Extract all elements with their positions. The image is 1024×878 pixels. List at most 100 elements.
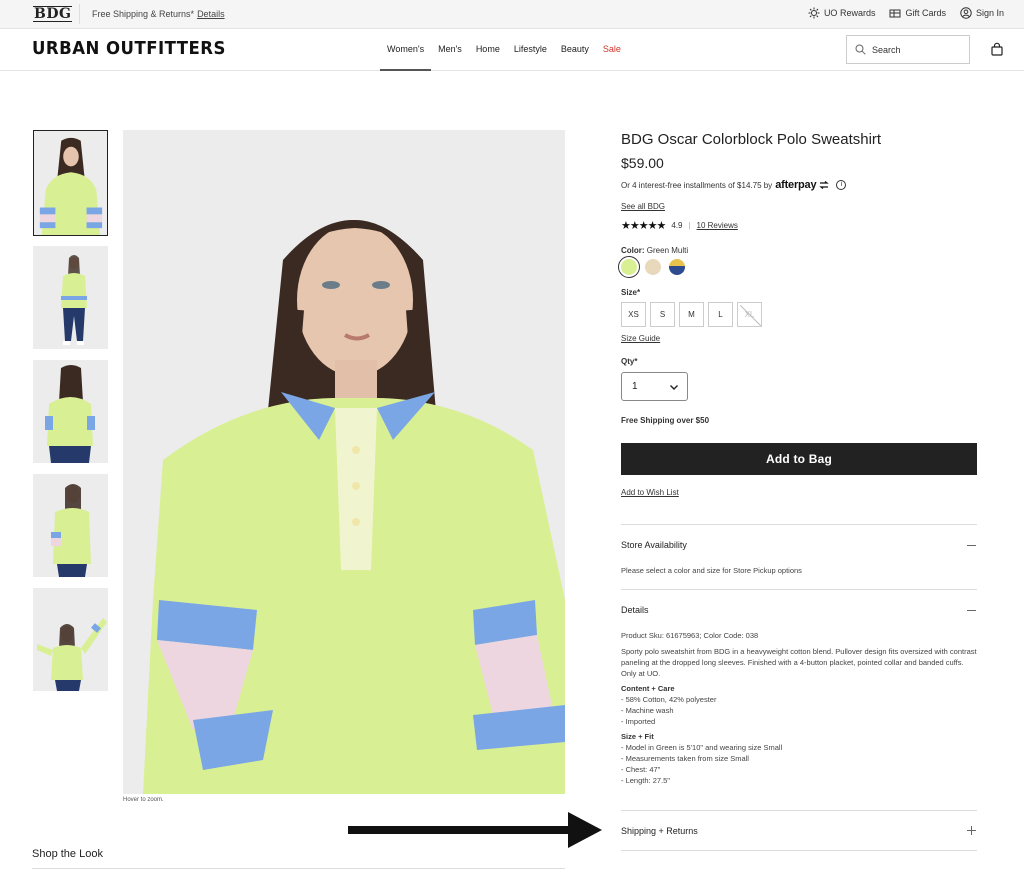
size-m-button[interactable]: M: [679, 302, 704, 327]
thumbnail-image: [33, 474, 108, 577]
qty-value: 1: [632, 381, 638, 392]
product-thumbnail[interactable]: [33, 130, 108, 236]
swatch-cream[interactable]: [645, 259, 661, 275]
shop-the-look-divider: [32, 868, 565, 869]
sign-in-label: Sign In: [975, 8, 1004, 18]
divider: [621, 850, 977, 851]
product-photo: [123, 130, 565, 794]
thumbnail-image: [33, 246, 108, 349]
content-care-heading: Content + Care: [621, 684, 675, 693]
brand-logo[interactable]: URBAN OUTFITTERS: [32, 38, 226, 59]
store-availability-text: Please select a color and size for Store…: [621, 566, 802, 575]
promo-divider: [79, 4, 80, 24]
product-price: $59.00: [621, 155, 664, 171]
swatch-navy[interactable]: [669, 259, 685, 275]
reviews-link[interactable]: 10 Reviews: [697, 221, 738, 230]
rating-separator: |: [688, 221, 691, 230]
size-options: XS S M L XL: [621, 302, 762, 327]
gift-cards-label: Gift Cards: [905, 8, 946, 18]
minus-icon[interactable]: [967, 541, 976, 550]
promo-bar: BDG Free Shipping & Returns* Details UO R…: [0, 0, 1024, 29]
nav-mens[interactable]: Men's: [431, 29, 469, 71]
fit-item: - Measurements taken from size Small: [621, 754, 749, 763]
add-to-wish-list-link[interactable]: Add to Wish List: [621, 488, 679, 497]
search-icon: [855, 44, 866, 55]
main-nav: Women's Men's Home Lifestyle Beauty Sale: [380, 29, 628, 71]
swatch-green-multi[interactable]: [618, 256, 640, 278]
sign-in-link[interactable]: Sign In: [960, 7, 1004, 19]
thumbnail-image: [33, 360, 108, 463]
nav-womens[interactable]: Women's: [380, 29, 432, 71]
color-label: Color: Green Multi: [621, 246, 688, 255]
fit-item: - Model in Green is 5'10" and wearing si…: [621, 743, 783, 752]
size-l-button[interactable]: L: [708, 302, 733, 327]
product-title: BDG Oscar Colorblock Polo Sweatshirt: [621, 131, 882, 148]
divider: [621, 524, 977, 525]
minus-icon[interactable]: [967, 606, 976, 615]
zoom-hint: Hover to zoom.: [123, 797, 164, 803]
product-thumbnail[interactable]: [33, 588, 108, 691]
fit-item: - Chest: 47": [621, 765, 661, 774]
shipping-returns-header[interactable]: Shipping + Returns: [621, 826, 698, 836]
product-thumbnail[interactable]: [33, 246, 108, 349]
rewards-icon: [808, 7, 820, 19]
search-input[interactable]: [872, 44, 962, 55]
qty-select[interactable]: 1: [621, 372, 688, 401]
promo-details-link[interactable]: Details: [197, 9, 225, 19]
utility-links: UO Rewards Gift Cards Sign In: [808, 7, 1004, 19]
uo-rewards-link[interactable]: UO Rewards: [808, 7, 876, 19]
color-swatches: [618, 256, 685, 278]
afterpay-text: Or 4 interest-free installments of $14.7…: [621, 180, 773, 190]
product-main-image[interactable]: [123, 130, 565, 794]
promo-text: Free Shipping & Returns* Details: [92, 9, 225, 19]
plus-icon[interactable]: [967, 826, 976, 835]
gift-card-icon: [889, 9, 901, 18]
rating-row: ★★★★★ 4.9 | 10 Reviews: [621, 219, 738, 232]
site-header: URBAN OUTFITTERS Women's Men's Home Life…: [0, 29, 1024, 71]
rating-stars: ★★★★★: [621, 220, 666, 232]
see-all-brand-link[interactable]: See all BDG: [621, 202, 665, 211]
size-s-button[interactable]: S: [650, 302, 675, 327]
user-icon: [960, 7, 972, 19]
product-thumbnail[interactable]: [33, 474, 108, 577]
size-xs-button[interactable]: XS: [621, 302, 646, 327]
free-shipping-note: Free Shipping over $50: [621, 416, 710, 425]
thumbnail-image: [33, 588, 108, 691]
annotation-arrow-icon: [348, 812, 602, 848]
afterpay-arrows-icon: [819, 181, 830, 189]
info-icon[interactable]: i: [836, 180, 847, 190]
shopping-bag-icon[interactable]: [990, 42, 1004, 56]
nav-beauty[interactable]: Beauty: [554, 29, 596, 71]
color-value: Green Multi: [646, 246, 689, 255]
uo-rewards-label: UO Rewards: [823, 8, 876, 18]
gift-cards-link[interactable]: Gift Cards: [889, 7, 946, 19]
size-guide-link[interactable]: Size Guide: [621, 334, 660, 343]
rating-value: 4.9: [671, 221, 683, 230]
search-box[interactable]: [846, 35, 970, 64]
store-availability-header[interactable]: Store Availability: [621, 540, 687, 550]
divider: [621, 589, 977, 590]
bdg-logo[interactable]: BDG: [33, 6, 73, 22]
care-item: - Machine wash: [621, 706, 674, 715]
color-label-key: Color:: [621, 246, 645, 255]
afterpay-logo: afterpay: [775, 179, 817, 191]
fit-item: - Length: 27.5": [621, 776, 670, 785]
nav-sale[interactable]: Sale: [596, 29, 628, 71]
size-xl-button[interactable]: XL: [737, 302, 762, 327]
nav-lifestyle[interactable]: Lifestyle: [507, 29, 554, 71]
thumbnail-image: [34, 131, 107, 235]
care-item: - Imported: [621, 717, 656, 726]
add-to-bag-button[interactable]: Add to Bag: [621, 443, 977, 475]
nav-home[interactable]: Home: [469, 29, 507, 71]
details-header[interactable]: Details: [621, 605, 649, 615]
afterpay-info: Or 4 interest-free installments of $14.7…: [621, 179, 847, 191]
chevron-down-icon: [670, 385, 678, 390]
divider: [621, 810, 977, 811]
size-fit-heading: Size + Fit: [621, 732, 654, 741]
product-thumbnail[interactable]: [33, 360, 108, 463]
care-item: - 58% Cotton, 42% polyester: [621, 695, 717, 704]
product-sku: Product Sku: 61675963; Color Code: 038: [621, 631, 759, 640]
free-shipping-promo: Free Shipping & Returns*: [92, 9, 195, 19]
size-label: Size*: [621, 288, 641, 297]
shop-the-look-heading[interactable]: Shop the Look: [32, 848, 103, 860]
